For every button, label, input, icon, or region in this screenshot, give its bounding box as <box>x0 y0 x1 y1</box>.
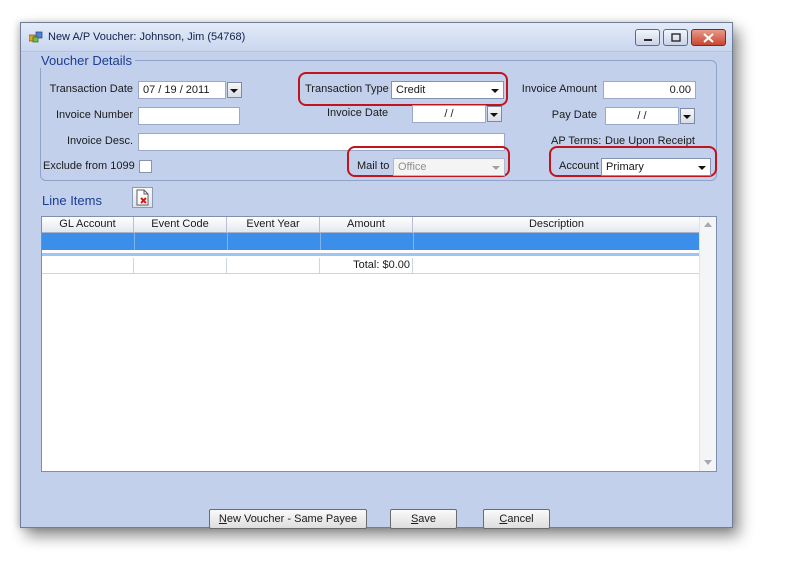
pay-date-field[interactable]: / / <box>605 107 679 125</box>
column-header-description[interactable]: Description <box>413 217 701 233</box>
title-bar[interactable]: New A/P Voucher: Johnson, Jim (54768) <box>21 23 732 52</box>
ap-voucher-window: New A/P Voucher: Johnson, Jim (54768) Vo… <box>20 22 733 529</box>
cancel-button[interactable]: Cancel <box>483 509 550 529</box>
button-label: ancel <box>507 513 534 525</box>
chevron-down-icon <box>490 113 498 117</box>
scroll-down-icon[interactable] <box>704 460 712 465</box>
column-header-event-code[interactable]: Event Code <box>134 217 227 233</box>
cell-divider <box>227 233 228 250</box>
mail-to-label: Mail to <box>357 160 390 172</box>
button-label: ave <box>418 513 437 525</box>
chevron-down-icon <box>491 89 499 93</box>
mail-to-select[interactable]: Office <box>393 158 505 176</box>
close-button[interactable] <box>691 29 726 46</box>
form-body: Voucher Details Transaction Date 07 / 19… <box>21 53 732 529</box>
exclude-1099-label: Exclude from 1099 <box>43 160 135 172</box>
maximize-button[interactable] <box>663 29 688 46</box>
maximize-icon <box>670 33 681 42</box>
delete-line-button[interactable] <box>132 187 153 208</box>
minimize-icon <box>643 38 652 41</box>
new-voucher-same-payee-button[interactable]: New Voucher - Same Payee <box>209 509 367 529</box>
column-header-amount[interactable]: Amount <box>320 217 413 233</box>
chevron-down-icon <box>698 166 706 170</box>
exclude-1099-checkbox[interactable] <box>139 160 152 173</box>
window-title: New A/P Voucher: Johnson, Jim (54768) <box>48 31 246 43</box>
table-cell <box>134 258 227 274</box>
voucher-details-title: Voucher Details <box>38 53 136 68</box>
app-icon <box>29 31 43 43</box>
account-value: Primary <box>606 161 644 173</box>
transaction-type-select[interactable]: Credit <box>391 81 504 99</box>
table-cell <box>42 258 134 274</box>
line-items-title: Line Items <box>42 193 102 208</box>
invoice-desc-label: Invoice Desc. <box>66 135 133 147</box>
close-icon <box>703 32 714 43</box>
transaction-date-label: Transaction Date <box>49 83 133 95</box>
mail-to-value: Office <box>398 161 427 173</box>
invoice-number-field[interactable] <box>138 107 240 125</box>
transaction-date-field[interactable]: 07 / 19 / 2011 <box>138 81 226 99</box>
chevron-down-icon <box>492 166 500 170</box>
row-separator <box>42 253 701 256</box>
invoice-number-label: Invoice Number <box>55 109 133 121</box>
invoice-amount-field[interactable]: 0.00 <box>603 81 696 99</box>
table-row-selected[interactable] <box>42 233 701 250</box>
account-label: Account <box>559 160 599 172</box>
delete-document-icon <box>136 189 149 206</box>
grid-scrollbar[interactable] <box>699 217 716 471</box>
invoice-date-label: Invoice Date <box>327 107 389 119</box>
pay-date-dropdown[interactable] <box>680 108 695 124</box>
chevron-down-icon <box>683 115 691 119</box>
cell-divider <box>320 233 321 250</box>
chevron-down-icon <box>230 89 238 93</box>
button-label: ew Voucher - Same Payee <box>226 513 358 525</box>
table-row-total: Total: $0.00 <box>42 258 701 274</box>
cell-divider <box>134 233 135 250</box>
table-cell <box>227 258 320 274</box>
column-header-gl-account[interactable]: GL Account <box>42 217 134 233</box>
total-amount: Total: $0.00 <box>320 258 413 274</box>
invoice-amount-label: Invoice Amount <box>521 83 597 95</box>
hotkey-letter: N <box>218 513 227 525</box>
invoice-date-field[interactable]: / / <box>412 105 486 123</box>
transaction-type-value: Credit <box>396 84 426 96</box>
line-items-grid[interactable]: GL Account Event Code Event Year Amount … <box>41 216 717 472</box>
scroll-up-icon[interactable] <box>704 222 712 227</box>
minimize-button[interactable] <box>635 29 660 46</box>
transaction-type-label: Transaction Type <box>305 83 389 95</box>
cell-divider <box>413 233 414 250</box>
save-button[interactable]: Save <box>390 509 457 529</box>
account-select[interactable]: Primary <box>601 158 711 176</box>
transaction-date-dropdown[interactable] <box>227 82 242 98</box>
column-header-event-year[interactable]: Event Year <box>227 217 320 233</box>
pay-date-label: Pay Date <box>551 109 597 121</box>
invoice-date-dropdown[interactable] <box>487 106 502 122</box>
